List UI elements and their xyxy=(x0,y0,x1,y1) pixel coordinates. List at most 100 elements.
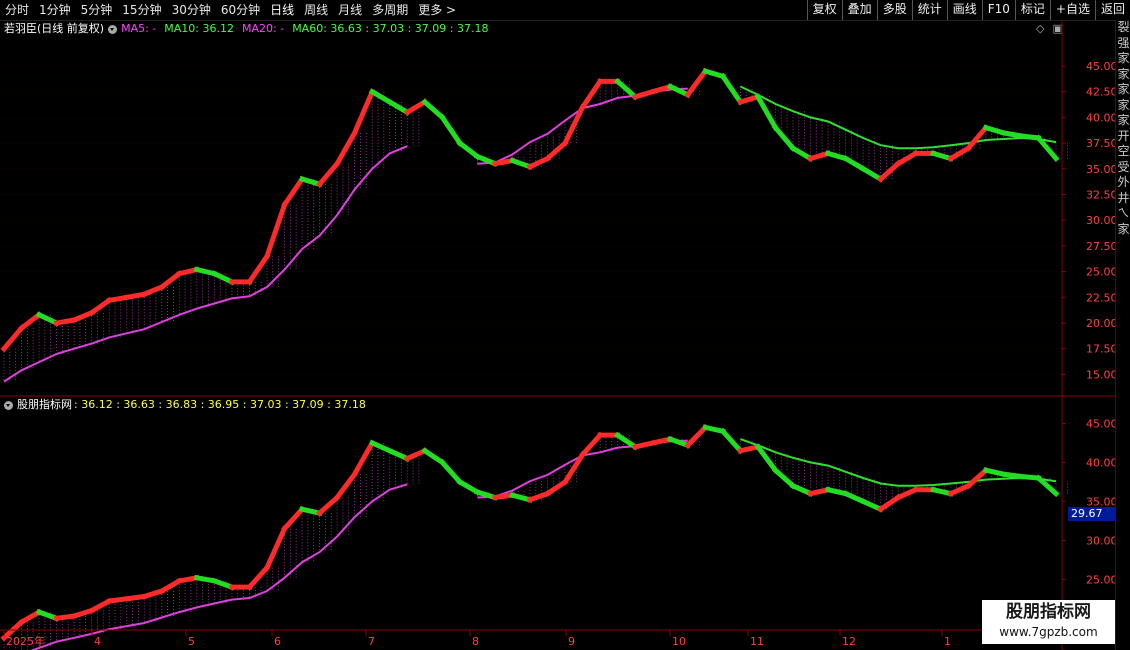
toolbar-button[interactable]: 复权 xyxy=(806,0,842,20)
toolbar-button[interactable]: 叠加 xyxy=(841,0,877,20)
ind-segment xyxy=(964,466,990,490)
ind-segment xyxy=(561,451,587,486)
ind-segment xyxy=(421,447,446,466)
ma10-segment xyxy=(298,175,323,188)
y-tick-label: 30.00 xyxy=(1086,214,1115,227)
toolbar-button[interactable]: F10 xyxy=(981,0,1015,20)
ind-segment xyxy=(106,596,130,604)
ind-segment xyxy=(947,482,972,497)
ind-segment xyxy=(351,439,376,478)
ind-segment xyxy=(71,607,95,620)
toolbar-actions: 复权 叠加 多股 统计 画线 F10 标记 +自选 返回 xyxy=(806,0,1130,20)
period-tab[interactable]: 分时 xyxy=(0,0,34,20)
right-sidebar[interactable]: 裂强家家家家家开空受外井ㄟ家 xyxy=(1115,20,1130,650)
ind-segment xyxy=(88,597,113,614)
period-tab[interactable]: 日线 xyxy=(265,0,299,20)
y-tick-label: 45.00 xyxy=(1086,417,1115,430)
ma10-segment xyxy=(245,252,271,286)
toolbar-button[interactable]: 统计 xyxy=(911,0,947,20)
ma10-segment xyxy=(106,294,130,304)
period-tab[interactable]: 多周期 xyxy=(367,0,413,20)
ma10-segment xyxy=(351,88,376,137)
ind-segment xyxy=(211,577,236,591)
ind-segment xyxy=(579,431,604,459)
watermark-title: 股朋指标网 xyxy=(1006,602,1091,622)
toolbar-button[interactable]: 返回 xyxy=(1094,0,1130,20)
x-tick-label: 10 xyxy=(672,635,686,648)
kline-chart[interactable]: 15.00 17.50 20.00 22.50 25.00 27.50 30.00 32.50… xyxy=(0,20,1115,650)
ind-segment xyxy=(368,439,394,455)
ma10-segment xyxy=(333,129,359,168)
ma10-segment xyxy=(544,139,569,163)
ma10-segment xyxy=(316,160,341,188)
watermark-url: www.7gpzb.com xyxy=(999,625,1098,639)
ind-line xyxy=(30,483,408,650)
ma10-segment xyxy=(403,98,429,116)
ind-segment xyxy=(771,466,797,490)
period-tab[interactable]: 5分钟 xyxy=(76,0,118,20)
period-tabs: 分时 1分钟 5分钟 15分钟 30分钟 60分钟 日线 周线 月线 多周期 更多 > xyxy=(0,0,461,20)
ind-segment xyxy=(1000,471,1024,480)
toolbar-button[interactable]: 多股 xyxy=(876,0,912,20)
period-tab[interactable]: 更多 > xyxy=(413,0,461,20)
period-tab[interactable]: 周线 xyxy=(299,0,333,20)
period-tab[interactable]: 30分钟 xyxy=(167,0,216,20)
ma10-segment xyxy=(754,93,779,132)
x-tick-label: 1 xyxy=(944,635,951,648)
y-tick-label: 17.50 xyxy=(1086,343,1115,356)
ind-segment xyxy=(123,593,148,602)
y-tick-label: 27.50 xyxy=(1086,240,1115,253)
y-tick-label: 42.50 xyxy=(1086,86,1115,99)
ma10-segment xyxy=(263,201,288,260)
sidebar-char: 裂 xyxy=(1117,20,1130,34)
period-tab[interactable]: 15分钟 xyxy=(117,0,166,20)
ma10-segment xyxy=(632,88,656,100)
ind-segment xyxy=(141,587,165,600)
y-tick-label: 20.00 xyxy=(1086,317,1115,330)
ma10-segment xyxy=(141,283,166,298)
y-tick-label: 37.50 xyxy=(1086,137,1115,150)
sidebar-char: 家 xyxy=(1117,113,1130,127)
ind-segment xyxy=(316,493,341,517)
ind-segment xyxy=(982,467,1007,478)
x-tick-label: 5 xyxy=(188,635,195,648)
toolbar-button[interactable]: 标记 xyxy=(1014,0,1050,20)
ma10-segment xyxy=(894,149,920,168)
sidebar-char: 家 xyxy=(1117,97,1130,112)
ind-segment xyxy=(263,525,288,571)
ind-segment xyxy=(894,486,920,501)
ma10-segment xyxy=(719,72,744,106)
period-tab[interactable]: 1分钟 xyxy=(34,0,76,20)
ma10-segment xyxy=(386,98,411,116)
ind-segment xyxy=(281,505,306,533)
x-tick-label: 9 xyxy=(568,635,575,648)
x-tick-label: 12 xyxy=(842,635,856,648)
ma10-segment xyxy=(88,296,113,317)
ma10-segment xyxy=(70,309,95,324)
toolbar-button[interactable]: +自选 xyxy=(1049,0,1095,20)
ma10-segment xyxy=(193,266,218,277)
ma10-segment xyxy=(964,124,990,152)
ma10-segment xyxy=(526,155,551,171)
toolbar-button[interactable]: 画线 xyxy=(946,0,982,20)
ma10-segment xyxy=(1000,129,1024,139)
ma10-segment xyxy=(824,150,849,162)
ind-segment xyxy=(456,478,481,496)
ind-segment xyxy=(544,478,569,498)
period-tab[interactable]: 月线 xyxy=(333,0,367,20)
ma10-segment xyxy=(368,88,394,106)
watermark: 股朋指标网 www.7gpzb.com xyxy=(982,600,1115,644)
ma10-segment xyxy=(771,124,797,152)
sidebar-char: 井 xyxy=(1117,190,1130,205)
ma10-segment xyxy=(456,139,481,160)
ma10-segment xyxy=(737,93,762,106)
period-tab[interactable]: 60分钟 xyxy=(216,0,265,20)
ma60-line-2 xyxy=(477,87,688,165)
ind-segment xyxy=(825,486,849,497)
ind-segment xyxy=(684,423,709,449)
ma10-segment xyxy=(421,98,446,121)
ma10-segment xyxy=(842,155,867,173)
ma10-segment xyxy=(211,270,236,286)
ma10-segment xyxy=(281,175,306,209)
y-tick-label: 32.50 xyxy=(1086,189,1115,202)
